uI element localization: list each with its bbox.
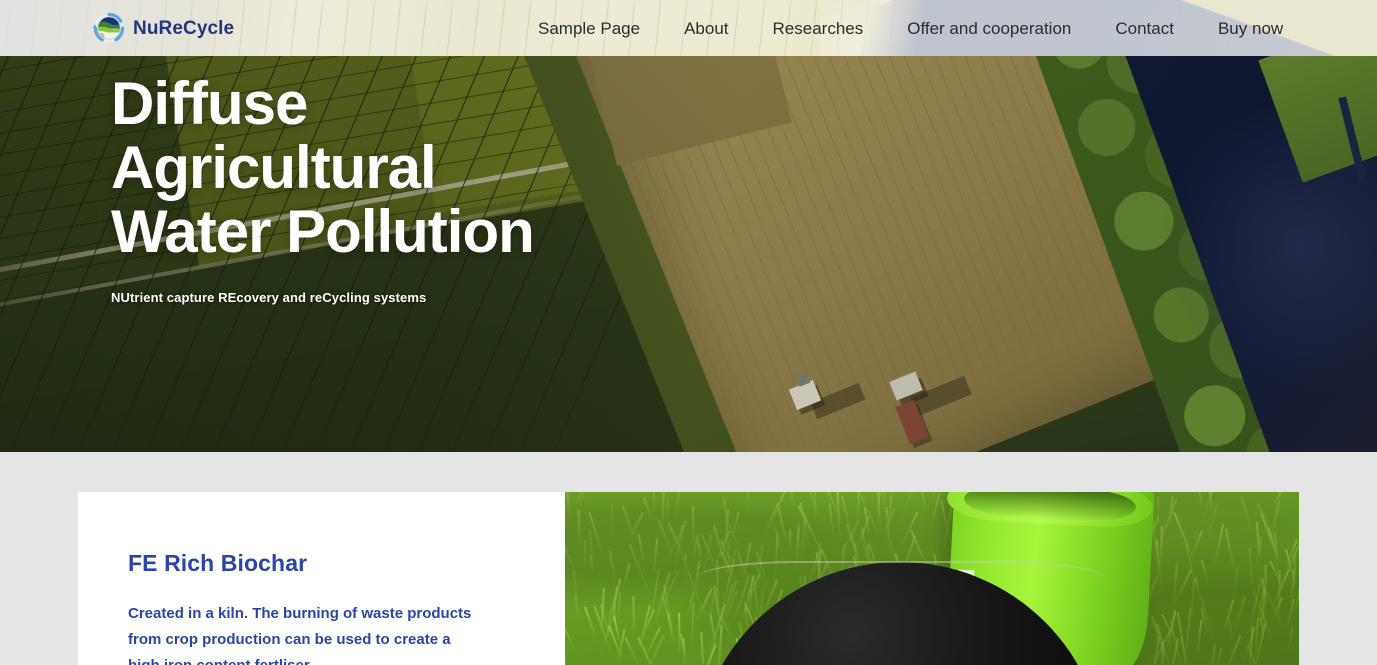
nav-item-offer-and-cooperation[interactable]: Offer and cooperation xyxy=(885,20,1093,37)
hero-subtitle: NUtrient capture REcovery and reCycling … xyxy=(111,290,534,305)
nav-item-sample-page[interactable]: Sample Page xyxy=(516,20,662,37)
hero-title-line-1: Diffuse xyxy=(111,72,534,136)
nurecycle-logo-icon xyxy=(92,11,126,45)
site-header: NuReCycle Sample Page About Researches O… xyxy=(0,0,1377,56)
nav-item-buy-now[interactable]: Buy now xyxy=(1196,20,1305,37)
feature-image xyxy=(565,492,1299,665)
hero-section: Diffuse Agricultural Water Pollution NUt… xyxy=(0,56,1377,452)
main-navigation: Sample Page About Researches Offer and c… xyxy=(516,0,1305,56)
page-root: NuReCycle Sample Page About Researches O… xyxy=(0,0,1377,665)
nav-item-researches[interactable]: Researches xyxy=(751,20,886,37)
hero-title-line-2: Agricultural xyxy=(111,136,534,200)
feature-text-panel: FE Rich Biochar Created in a kiln. The b… xyxy=(78,492,565,665)
hero-copy: Diffuse Agricultural Water Pollution NUt… xyxy=(111,72,534,305)
nav-item-contact[interactable]: Contact xyxy=(1093,20,1196,37)
hero-title-line-3: Water Pollution xyxy=(111,200,534,264)
nav-item-about[interactable]: About xyxy=(662,20,750,37)
feature-title: FE Rich Biochar xyxy=(128,550,565,578)
hero-title: Diffuse Agricultural Water Pollution xyxy=(111,72,534,264)
site-logo[interactable]: NuReCycle xyxy=(92,11,234,45)
feature-body-text: Created in a kiln. The burning of waste … xyxy=(128,601,478,665)
feature-card: FE Rich Biochar Created in a kiln. The b… xyxy=(78,492,1299,665)
site-logo-text: NuReCycle xyxy=(133,19,234,38)
content-section: FE Rich Biochar Created in a kiln. The b… xyxy=(0,452,1377,665)
